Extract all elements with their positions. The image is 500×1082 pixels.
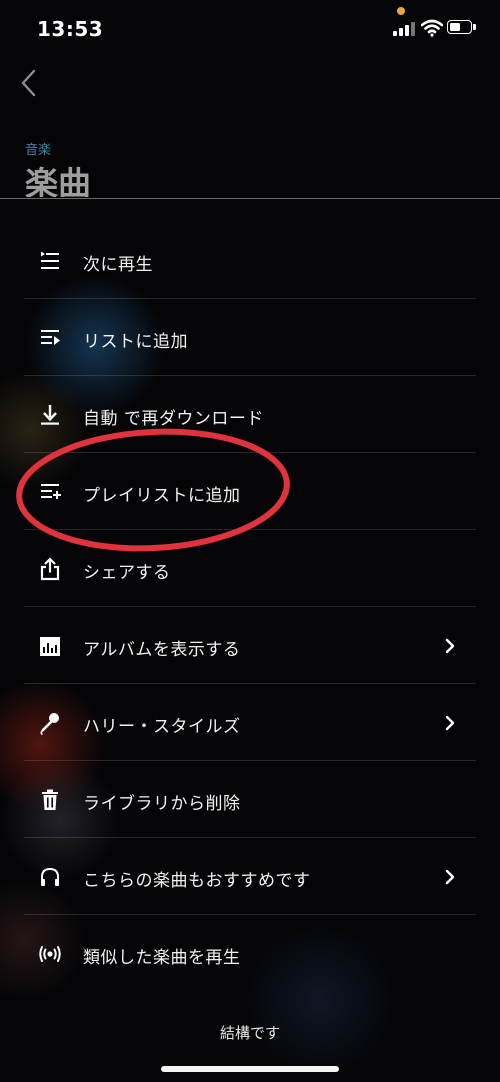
radio-icon	[38, 942, 62, 966]
menu-item-add-to-queue[interactable]: リストに追加	[0, 299, 500, 376]
menu-item-share[interactable]: シェアする	[0, 530, 500, 607]
chevron-left-icon	[21, 69, 36, 97]
menu-item-remove-from-library[interactable]: ライブラリから削除	[0, 761, 500, 838]
menu-item-add-to-playlist[interactable]: プレイリストに追加	[0, 453, 500, 530]
album-icon	[38, 634, 62, 658]
menu-item-label: プレイリストに追加	[83, 486, 241, 506]
menu-item-play-next[interactable]: 次に再生	[0, 222, 500, 299]
chevron-right-icon	[445, 638, 455, 654]
cellular-signal-icon	[393, 22, 415, 36]
back-button[interactable]	[14, 66, 46, 100]
menu-item-label: リストに追加	[83, 332, 188, 352]
menu-item-label: こちらの楽曲もおすすめです	[83, 871, 311, 891]
add-to-queue-icon	[38, 326, 62, 350]
add-to-playlist-icon	[38, 480, 62, 504]
status-time: 13:53	[37, 17, 104, 41]
menu-item-label: 自動 で再ダウンロード	[83, 409, 264, 429]
chevron-right-icon	[445, 715, 455, 731]
trash-icon	[38, 788, 62, 812]
page-title: 楽曲	[25, 164, 91, 197]
menu-item-label: アルバムを表示する	[83, 640, 241, 660]
menu-item-redownload[interactable]: 自動 で再ダウンロード	[0, 376, 500, 453]
chevron-right-icon	[445, 869, 455, 885]
dismiss-button[interactable]: 結構です	[150, 1018, 350, 1048]
wifi-icon	[421, 19, 443, 37]
menu-item-suggested-songs[interactable]: こちらの楽曲もおすすめです	[0, 838, 500, 915]
status-bar: 13:53	[0, 0, 500, 60]
context-menu: 次に再生 リストに追加 自動 で再ダウンロード プレイリストに追加 シェアする …	[0, 222, 500, 992]
section-label: 音楽	[25, 143, 52, 158]
battery-icon	[447, 20, 477, 36]
menu-item-label: ライブラリから削除	[83, 794, 241, 814]
menu-item-label: ハリー・スタイルズ	[83, 717, 241, 737]
home-indicator[interactable]	[161, 1066, 339, 1072]
menu-item-label: 次に再生	[83, 255, 153, 275]
menu-item-label: シェアする	[83, 563, 171, 583]
menu-item-view-album[interactable]: アルバムを表示する	[0, 607, 500, 684]
menu-item-play-similar[interactable]: 類似した楽曲を再生	[0, 915, 500, 992]
headphones-icon	[38, 865, 62, 889]
play-next-icon	[38, 249, 62, 273]
header-divider	[0, 198, 500, 199]
download-icon	[38, 403, 62, 427]
privacy-indicator-dot	[397, 7, 405, 15]
microphone-icon	[38, 711, 62, 735]
share-icon	[38, 557, 62, 581]
menu-item-label: 類似した楽曲を再生	[83, 948, 241, 968]
menu-item-artist[interactable]: ハリー・スタイルズ	[0, 684, 500, 761]
